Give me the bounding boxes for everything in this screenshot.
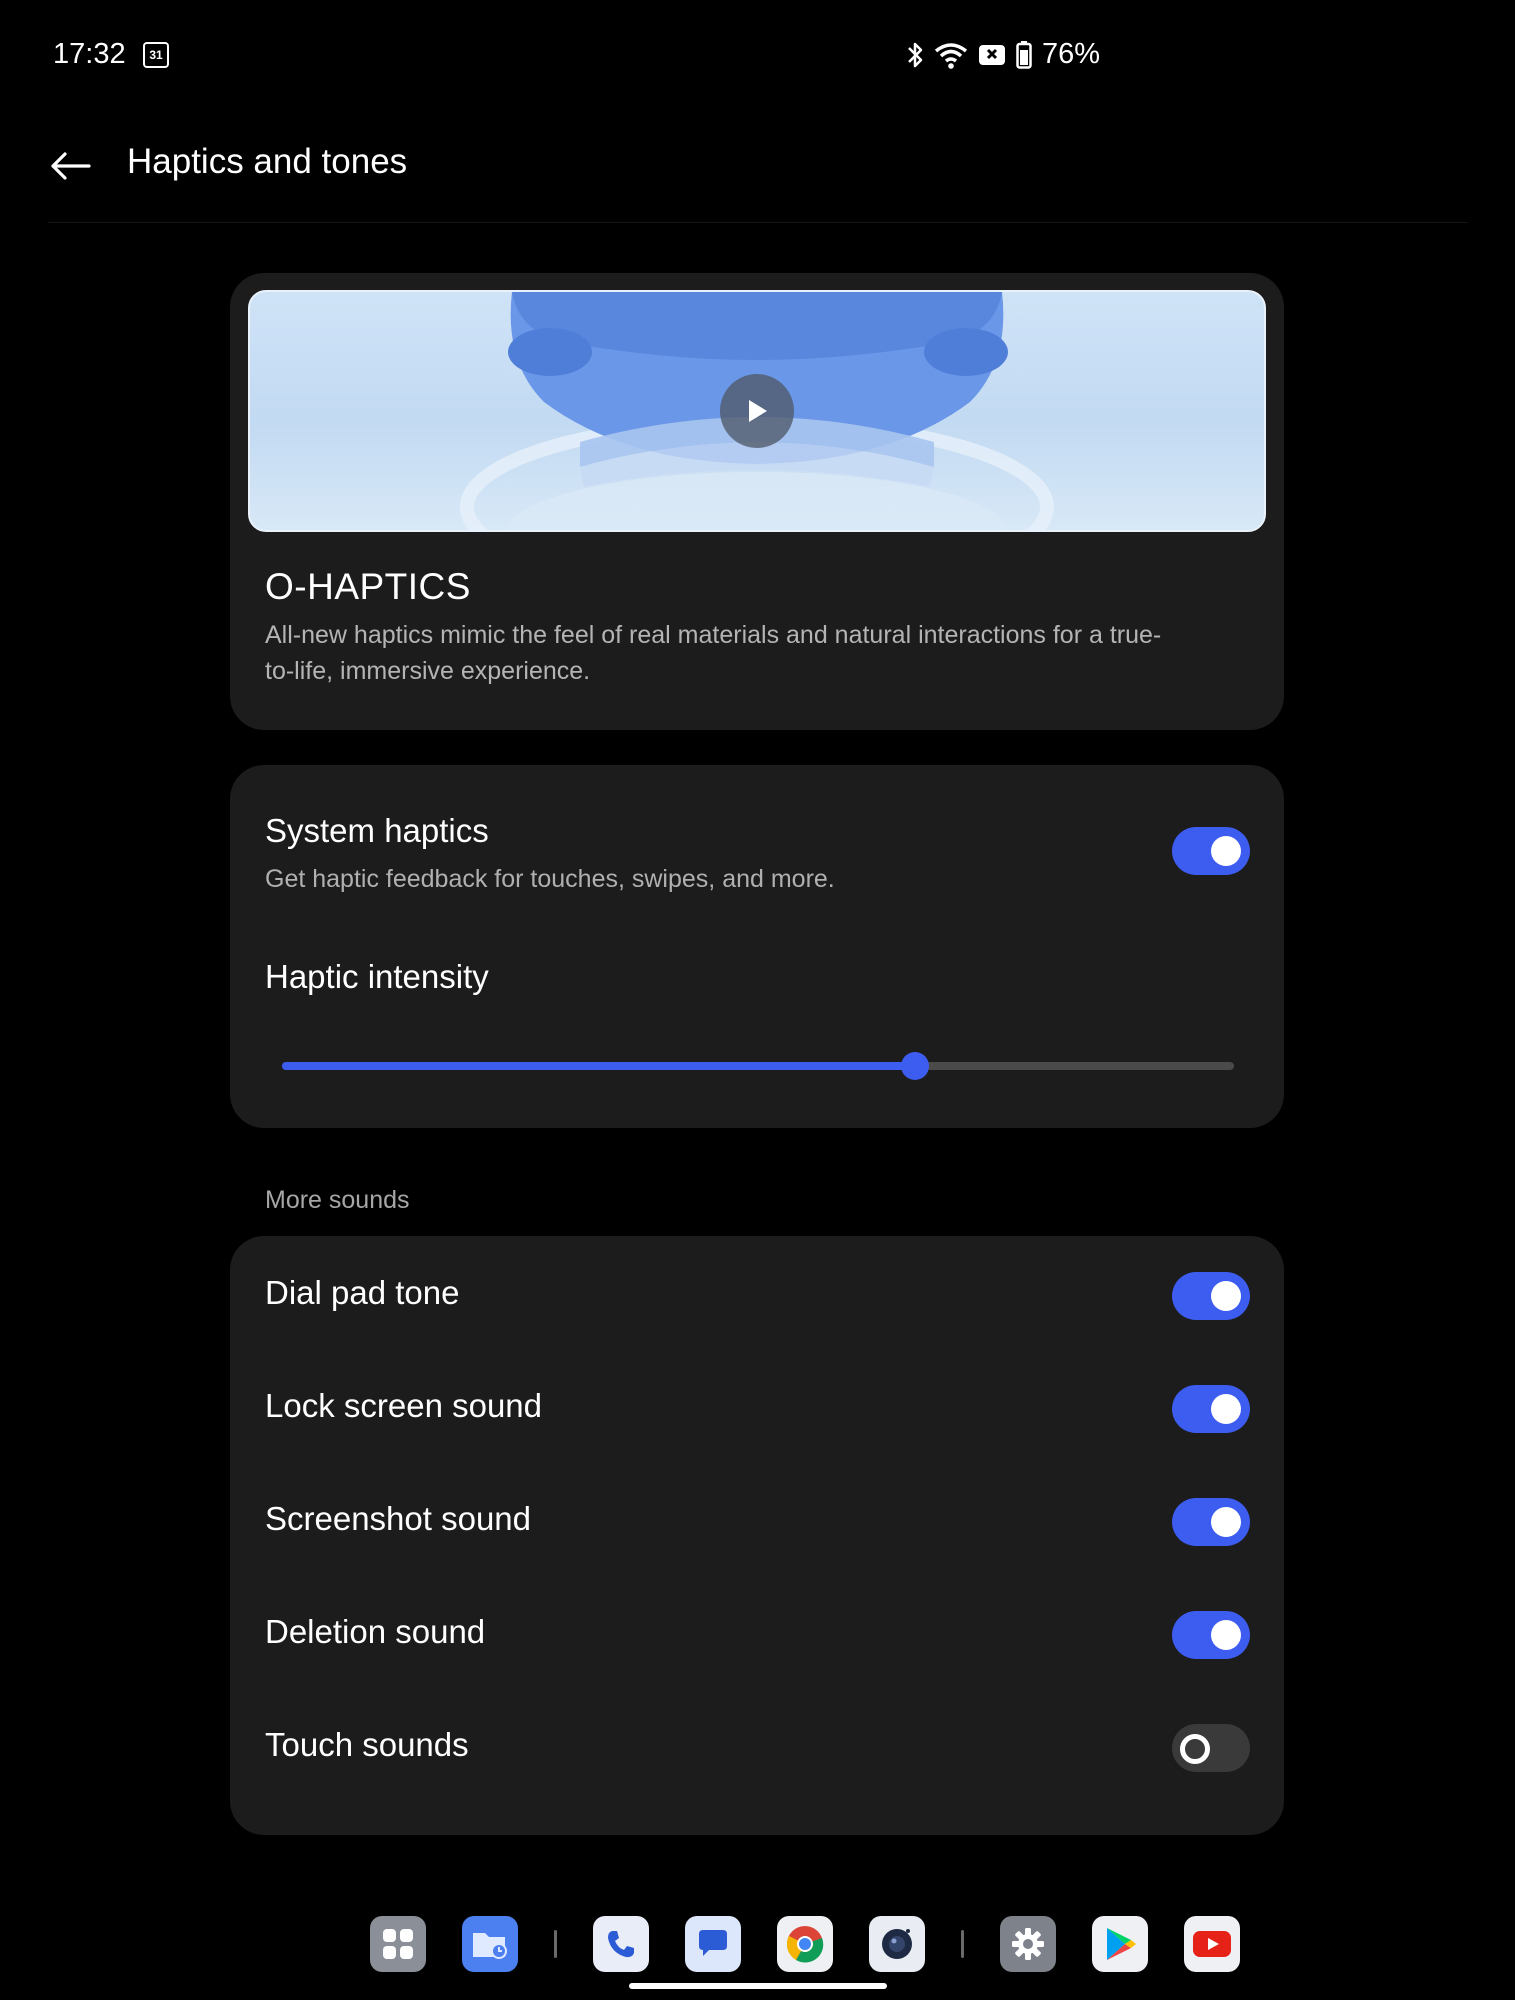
haptic-intensity-slider[interactable] xyxy=(282,1052,1234,1080)
dial-pad-tone-toggle[interactable] xyxy=(1172,1272,1250,1320)
toggle-knob xyxy=(1211,1281,1241,1311)
system-haptics-card: System haptics Get haptic feedback for t… xyxy=(230,765,1284,1128)
system-haptics-label: System haptics xyxy=(265,812,489,849)
folder-glyph xyxy=(473,1933,507,1959)
files-icon[interactable] xyxy=(462,1916,518,1972)
play-store-icon[interactable] xyxy=(1092,1916,1148,1972)
touch-sounds-row[interactable]: Touch sounds xyxy=(230,1688,1284,1800)
home-indicator[interactable] xyxy=(629,1983,887,1989)
toggle-knob xyxy=(1211,1620,1241,1650)
back-button[interactable] xyxy=(48,144,92,188)
page-header: Haptics and tones xyxy=(48,130,1468,223)
status-bar: 17:32 31 76% xyxy=(53,38,1100,78)
status-time: 17:32 xyxy=(53,38,126,70)
touch-sounds-label: Touch sounds xyxy=(265,1726,469,1763)
page-title: Haptics and tones xyxy=(127,142,408,181)
dock-separator xyxy=(961,1930,964,1958)
camera-icon[interactable] xyxy=(869,1916,925,1972)
phone-glyph xyxy=(608,1931,634,1958)
haptic-intensity-label: Haptic intensity xyxy=(265,958,489,995)
system-haptics-toggle[interactable] xyxy=(1172,827,1250,875)
settings-icon[interactable] xyxy=(1000,1916,1056,1972)
battery-percent: 76% xyxy=(1041,38,1100,70)
more-sounds-card: Dial pad tone Lock screen sound Screensh… xyxy=(230,1236,1284,1835)
message-glyph xyxy=(699,1930,727,1956)
more-sounds-heading: More sounds xyxy=(265,1186,410,1214)
deletion-sound-row[interactable]: Deletion sound xyxy=(230,1575,1284,1687)
app-grid-glyph xyxy=(383,1929,413,1959)
lock-screen-sound-row[interactable]: Lock screen sound xyxy=(230,1349,1284,1461)
battery-icon xyxy=(1016,40,1032,69)
toggle-knob xyxy=(1180,1734,1210,1764)
taskbar-dock xyxy=(370,1915,1276,1973)
o-haptics-video-preview[interactable] xyxy=(248,290,1266,532)
chrome-icon[interactable] xyxy=(777,1916,833,1972)
screenshot-sound-label: Screenshot sound xyxy=(265,1500,532,1537)
toggle-knob xyxy=(1211,836,1241,866)
play-button[interactable] xyxy=(720,374,794,448)
app-drawer-icon[interactable] xyxy=(370,1916,426,1972)
deletion-sound-label: Deletion sound xyxy=(265,1613,486,1650)
chrome-glyph xyxy=(786,1926,824,1963)
messages-icon[interactable] xyxy=(685,1916,741,1972)
back-arrow-icon xyxy=(51,152,91,180)
bluetooth-icon xyxy=(908,42,923,67)
lock-screen-sound-label: Lock screen sound xyxy=(265,1387,543,1424)
dial-pad-tone-row[interactable]: Dial pad tone xyxy=(230,1236,1284,1348)
system-haptics-subtitle: Get haptic feedback for touches, swipes,… xyxy=(265,865,835,893)
youtube-icon[interactable] xyxy=(1184,1916,1240,1972)
toggle-knob xyxy=(1211,1394,1241,1424)
play-store-glyph xyxy=(1107,1928,1136,1960)
status-icons: 76% xyxy=(906,38,1100,71)
touch-sounds-toggle[interactable] xyxy=(1172,1724,1250,1772)
play-icon xyxy=(749,400,767,422)
dock-separator xyxy=(554,1930,557,1958)
o-haptics-description: All-new haptics mimic the feel of real m… xyxy=(265,621,1162,685)
toggle-knob xyxy=(1211,1507,1241,1537)
slider-fill xyxy=(282,1062,916,1070)
camera-glyph xyxy=(882,1929,912,1959)
screenshot-sound-toggle[interactable] xyxy=(1172,1498,1250,1546)
phone-icon[interactable] xyxy=(593,1916,649,1972)
screenshot-sound-row[interactable]: Screenshot sound xyxy=(230,1462,1284,1574)
no-sim-icon xyxy=(978,44,1005,65)
o-haptics-title: O-HAPTICS xyxy=(265,566,471,607)
slider-thumb[interactable] xyxy=(901,1052,930,1080)
dial-pad-tone-label: Dial pad tone xyxy=(265,1274,460,1311)
lock-screen-sound-toggle[interactable] xyxy=(1172,1385,1250,1433)
wifi-icon xyxy=(934,42,968,69)
youtube-glyph xyxy=(1193,1931,1231,1957)
deletion-sound-toggle[interactable] xyxy=(1172,1611,1250,1659)
calendar-icon: 31 xyxy=(143,42,169,68)
o-haptics-card: O-HAPTICS All-new haptics mimic the feel… xyxy=(230,273,1284,730)
gear-glyph xyxy=(1012,1928,1044,1960)
